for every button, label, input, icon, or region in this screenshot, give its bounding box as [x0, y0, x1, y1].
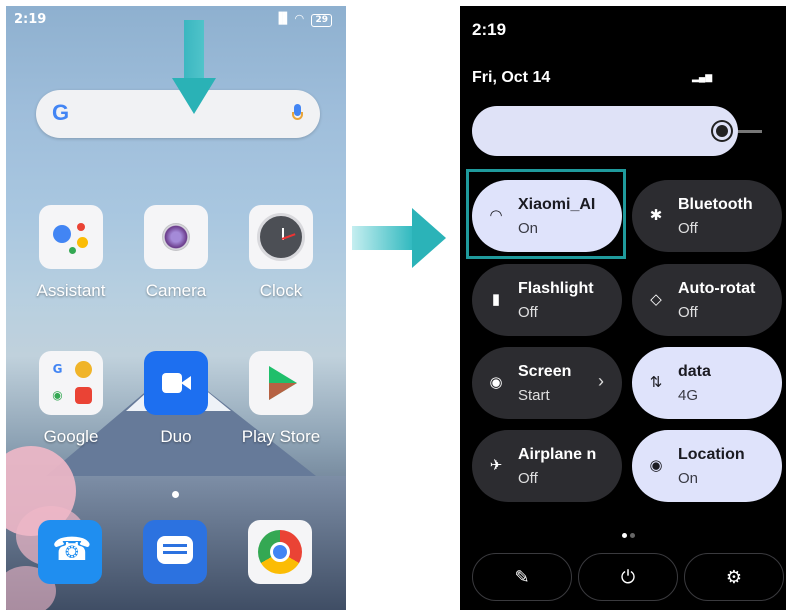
google-folder-icon: G ◉	[39, 351, 103, 415]
tile-state: Off	[518, 470, 538, 487]
app-label: Play Store	[241, 427, 321, 446]
tile-flashlight[interactable]: ▮ Flashlight Off	[472, 264, 622, 336]
tile-state: 4G	[678, 387, 699, 404]
phone-app-icon[interactable]: ☎	[38, 520, 102, 584]
home-screen: 2:19 ▐▌ ◠ 29 G Assistant Camera Clock G …	[6, 6, 346, 610]
wifi-tile-highlight	[466, 169, 626, 259]
app-label: Clock	[259, 281, 303, 300]
play-store-icon	[249, 351, 313, 415]
power-icon[interactable]: ⏻	[578, 553, 678, 601]
edit-icon[interactable]: ✎	[472, 553, 572, 601]
tile-state: Off	[678, 220, 698, 237]
chevron-right-icon[interactable]: ›	[598, 371, 604, 392]
settings-icon[interactable]: ⚙	[684, 553, 784, 601]
tile-state: Off	[518, 304, 538, 321]
bluetooth-icon: ✱	[649, 207, 663, 224]
brightness-track[interactable]	[738, 130, 762, 133]
app-google-folder[interactable]: G ◉ Google	[26, 351, 116, 447]
app-camera[interactable]: Camera	[131, 205, 221, 301]
transition-arrow	[352, 208, 452, 268]
tile-title: Location	[678, 446, 745, 463]
mobile-data-icon: ⇅	[649, 374, 663, 391]
tile-auto-rotate[interactable]: ◇ Auto-rotat Off	[632, 264, 782, 336]
qs-date: Fri, Oct 14	[472, 69, 551, 86]
app-label: Duo	[160, 427, 192, 446]
app-duo[interactable]: Duo	[131, 351, 221, 447]
tile-title: Bluetooth	[678, 196, 753, 213]
screen-record-icon: ◉	[489, 374, 503, 391]
camera-icon	[144, 205, 208, 269]
app-label: Camera	[145, 281, 207, 300]
location-icon: ◉	[649, 457, 663, 474]
tile-airplane[interactable]: ✈ Airplane n Off	[472, 430, 622, 502]
swipe-down-arrow	[172, 20, 216, 120]
qs-time: 2:19	[472, 20, 507, 39]
tile-title: Screen	[518, 363, 572, 380]
tile-state: On	[678, 470, 699, 487]
clock-icon	[249, 205, 313, 269]
tile-state: Start	[518, 387, 550, 404]
app-label: Assistant	[36, 281, 106, 300]
tile-mobile-data[interactable]: ⇅ data 4G	[632, 347, 782, 419]
rotate-icon: ◇	[650, 291, 662, 308]
messages-app-icon[interactable]	[143, 520, 207, 584]
app-clock[interactable]: Clock	[236, 205, 326, 301]
assistant-icon	[39, 205, 103, 269]
tile-title: data	[678, 363, 711, 380]
battery-icon: 29	[311, 14, 332, 27]
app-label: Google	[43, 427, 99, 446]
airplane-icon: ✈	[489, 457, 503, 474]
brightness-slider[interactable]	[472, 106, 738, 156]
app-assistant[interactable]: Assistant	[26, 205, 116, 301]
tile-bluetooth[interactable]: ✱ Bluetooth Off	[632, 180, 782, 252]
flashlight-icon: ▮	[491, 291, 501, 308]
tile-location[interactable]: ◉ Location On	[632, 430, 782, 502]
app-play-store[interactable]: Play Store	[236, 351, 326, 447]
qs-page-indicator	[622, 525, 638, 543]
google-logo-icon: G	[52, 100, 70, 125]
tile-title: Flashlight	[518, 280, 594, 297]
tile-screen-record[interactable]: ◉ Screen Start ›	[472, 347, 622, 419]
page-indicator	[172, 491, 179, 498]
mic-icon[interactable]	[292, 104, 303, 124]
tile-title: Airplane n	[518, 446, 597, 463]
status-time: 2:19	[14, 12, 47, 27]
status-icons: ▐▌ ◠ 29	[274, 12, 332, 27]
tile-title: Auto-rotat	[678, 280, 756, 297]
chrome-app-icon[interactable]	[248, 520, 312, 584]
duo-icon	[144, 351, 208, 415]
brightness-icon	[712, 121, 732, 141]
signal-icon: ▂▄▆	[692, 72, 713, 82]
signal-icon: ▐▌	[274, 12, 292, 25]
quick-settings-panel: 2:19 Fri, Oct 14 ▂▄▆ ◠ Xiaomi_AI On ✱ Bl…	[460, 6, 786, 610]
wifi-icon: ◠	[295, 12, 304, 25]
tile-state: Off	[678, 304, 698, 321]
